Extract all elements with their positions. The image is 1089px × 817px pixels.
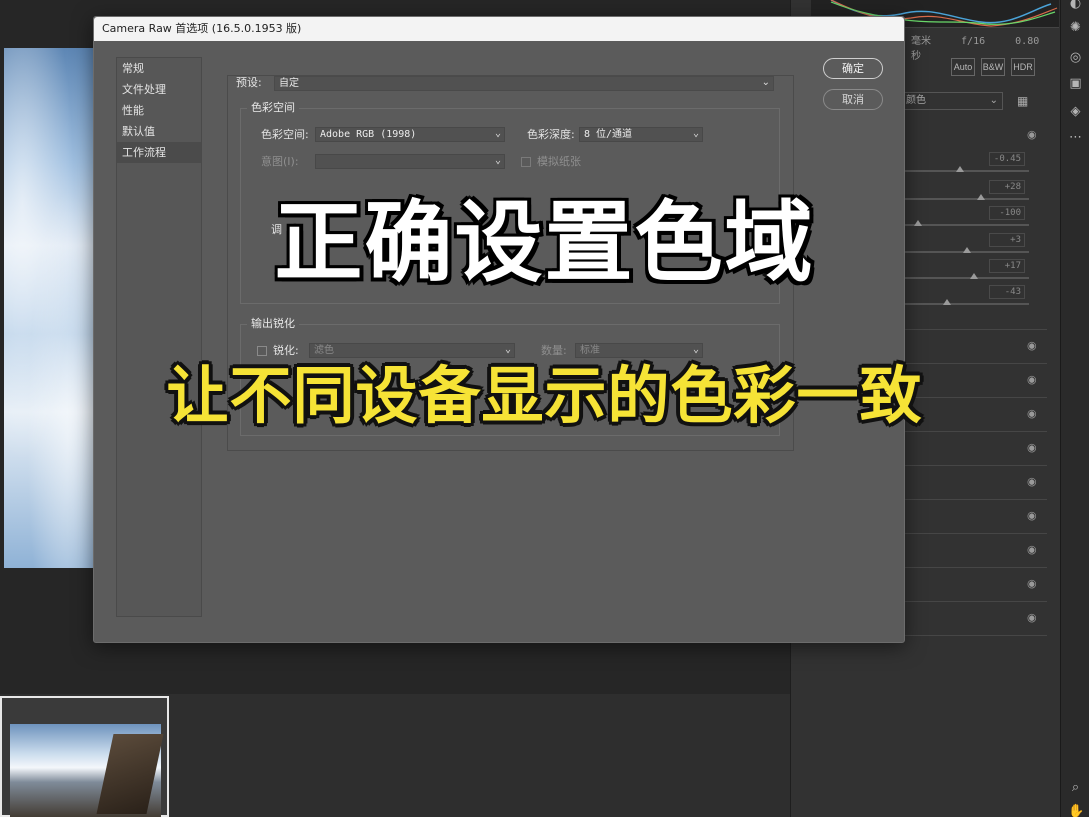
- mask-icon[interactable]: ▣: [1068, 76, 1083, 91]
- chevron-down-icon: ⌄: [504, 344, 511, 355]
- sharpen-select[interactable]: 滤色 ⌄: [309, 343, 515, 358]
- presets-icon[interactable]: ◈: [1068, 104, 1083, 119]
- intent-select[interactable]: ⌄: [315, 154, 505, 169]
- nav-item-workflow[interactable]: 工作流程: [117, 142, 201, 163]
- color-space-value: Adobe RGB (1998): [320, 129, 417, 140]
- nav-item-file-handling[interactable]: 文件处理: [117, 79, 201, 100]
- profile-select[interactable]: 颜色 ⌄: [901, 92, 1003, 110]
- thumbnail-image: [10, 724, 161, 817]
- camera-raw-window: 毫米 f/16 0.80 秒 Auto B&W HDR 颜色 ⌄ ▦ ◉ -0.…: [0, 0, 1089, 817]
- panel-section[interactable]: [903, 568, 1047, 602]
- preset-select[interactable]: 自定 ⌄: [274, 76, 774, 91]
- simulate-paper-checkbox[interactable]: [521, 157, 531, 167]
- exif-fstop: f/16: [961, 36, 986, 47]
- profile-value: 颜色: [906, 95, 926, 106]
- slider-value[interactable]: -0.45: [989, 152, 1025, 166]
- nav-item-general[interactable]: 常规: [117, 58, 201, 79]
- chevron-down-icon: ⌄: [494, 155, 501, 166]
- redeye-icon[interactable]: ◎: [1068, 50, 1083, 65]
- mode-buttons: Auto B&W HDR: [951, 58, 1035, 76]
- amount-select[interactable]: 标准 ⌄: [575, 343, 703, 358]
- chevron-down-icon: ⌄: [494, 128, 501, 139]
- slider-track[interactable]: [903, 170, 1029, 172]
- sharpen-value: 滤色: [314, 345, 334, 356]
- panel-section[interactable]: [903, 500, 1047, 534]
- filmstrip-thumbnail[interactable]: [0, 696, 169, 817]
- panel-section[interactable]: [903, 534, 1047, 568]
- slider-row[interactable]: -0.45: [903, 152, 1043, 178]
- chevron-down-icon: ⌄: [989, 95, 998, 106]
- intent-label: 意图(I):: [261, 155, 299, 168]
- color-space-label: 色彩空间:: [261, 128, 309, 141]
- panel-section[interactable]: [903, 602, 1047, 636]
- more-icon[interactable]: ⋯: [1068, 130, 1083, 145]
- nav-item-defaults[interactable]: 默认值: [117, 121, 201, 142]
- exif-unit: 毫米: [911, 36, 931, 47]
- chevron-down-icon: ⌄: [761, 77, 770, 88]
- sharpen-checkbox[interactable]: [257, 346, 267, 356]
- panel-section[interactable]: [903, 466, 1047, 500]
- chevron-down-icon: ⌄: [692, 344, 699, 355]
- hdr-button[interactable]: HDR: [1011, 58, 1035, 76]
- hand-icon[interactable]: ✋: [1068, 804, 1084, 817]
- color-depth-label: 色彩深度:: [527, 128, 575, 141]
- background-photo-preview: [4, 48, 96, 568]
- filmstrip: [0, 694, 790, 817]
- preferences-dialog: Camera Raw 首选项 (16.5.0.1953 版) 常规 文件处理 性…: [93, 16, 905, 643]
- preset-value: 自定: [279, 78, 299, 89]
- amount-value: 标准: [580, 345, 600, 356]
- cancel-button[interactable]: 取消: [823, 89, 883, 110]
- profile-browser-icon[interactable]: ▦: [1017, 94, 1031, 108]
- output-sharpening-title: 输出锐化: [247, 317, 299, 331]
- preset-row: 预设: 自定 ⌄: [236, 76, 776, 92]
- color-space-group-title: 色彩空间: [247, 101, 299, 115]
- color-depth-select[interactable]: 8 位/通道 ⌄: [579, 127, 703, 142]
- edit-icon[interactable]: ◐: [1068, 0, 1083, 11]
- chevron-down-icon: ⌄: [692, 128, 699, 139]
- panel-section[interactable]: [903, 296, 1047, 330]
- color-depth-value: 8 位/通道: [584, 129, 633, 140]
- amount-label: 数量:: [541, 344, 567, 357]
- caption-title: 正确设置色域: [272, 189, 815, 297]
- eye-icon[interactable]: ◉: [1027, 129, 1041, 140]
- slider-thumb[interactable]: [955, 166, 964, 172]
- zoom-icon[interactable]: ⌕: [1068, 780, 1083, 795]
- auto-button[interactable]: Auto: [951, 58, 975, 76]
- color-space-select[interactable]: Adobe RGB (1998) ⌄: [315, 127, 505, 142]
- caption-subtitle: 让不同设备显示的色彩一致: [166, 359, 923, 432]
- ok-button[interactable]: 确定: [823, 58, 883, 79]
- simulate-paper-label: 模拟纸张: [537, 155, 581, 168]
- heal-icon[interactable]: ✺: [1068, 20, 1083, 35]
- dialog-title: Camera Raw 首选项 (16.5.0.1953 版): [94, 17, 904, 41]
- preferences-nav: 常规 文件处理 性能 默认值 工作流程: [116, 57, 202, 617]
- nav-item-performance[interactable]: 性能: [117, 100, 201, 121]
- sharpen-label: 锐化:: [273, 344, 299, 357]
- panel-section[interactable]: [903, 432, 1047, 466]
- preset-label: 预设:: [236, 76, 262, 89]
- bw-button[interactable]: B&W: [981, 58, 1005, 76]
